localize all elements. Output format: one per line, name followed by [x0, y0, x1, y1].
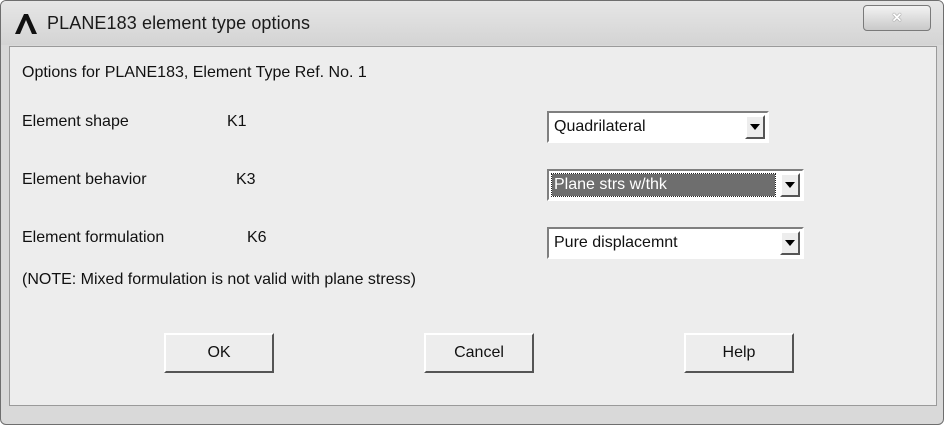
dialog-window: PLANE183 element type options ✕ Options … [0, 0, 944, 425]
element-formulation-key: K6 [247, 229, 267, 246]
title-bar[interactable]: PLANE183 element type options ✕ [1, 1, 943, 45]
cancel-button[interactable]: Cancel [424, 333, 534, 373]
ansys-logo-icon [15, 14, 37, 34]
element-formulation-label: Element formulation [22, 229, 165, 246]
dialog-header: Options for PLANE183, Element Type Ref. … [22, 64, 367, 81]
dialog-body: Options for PLANE183, Element Type Ref. … [9, 46, 937, 406]
element-behavior-key: K3 [236, 171, 256, 188]
element-shape-dropdown[interactable]: Quadrilateral [547, 111, 769, 143]
element-shape-key: K1 [227, 113, 247, 130]
element-shape-value: Quadrilateral [554, 118, 646, 135]
element-behavior-dropdown[interactable]: Plane strs w/thk [547, 169, 804, 201]
dropdown-arrow-icon[interactable] [780, 173, 800, 197]
window-title: PLANE183 element type options [47, 13, 311, 33]
element-formulation-value: Pure displacemnt [554, 234, 678, 251]
close-button[interactable]: ✕ [863, 5, 931, 31]
element-shape-label: Element shape [22, 113, 129, 130]
formulation-note: (NOTE: Mixed formulation is not valid wi… [22, 271, 416, 288]
help-button[interactable]: Help [684, 333, 794, 373]
close-icon: ✕ [891, 10, 903, 25]
dropdown-arrow-icon[interactable] [745, 115, 765, 139]
dropdown-arrow-icon[interactable] [780, 231, 800, 255]
element-behavior-label: Element behavior [22, 171, 147, 188]
element-behavior-value: Plane strs w/thk [551, 173, 776, 197]
element-formulation-dropdown[interactable]: Pure displacemnt [547, 227, 804, 259]
ok-button[interactable]: OK [164, 333, 274, 373]
